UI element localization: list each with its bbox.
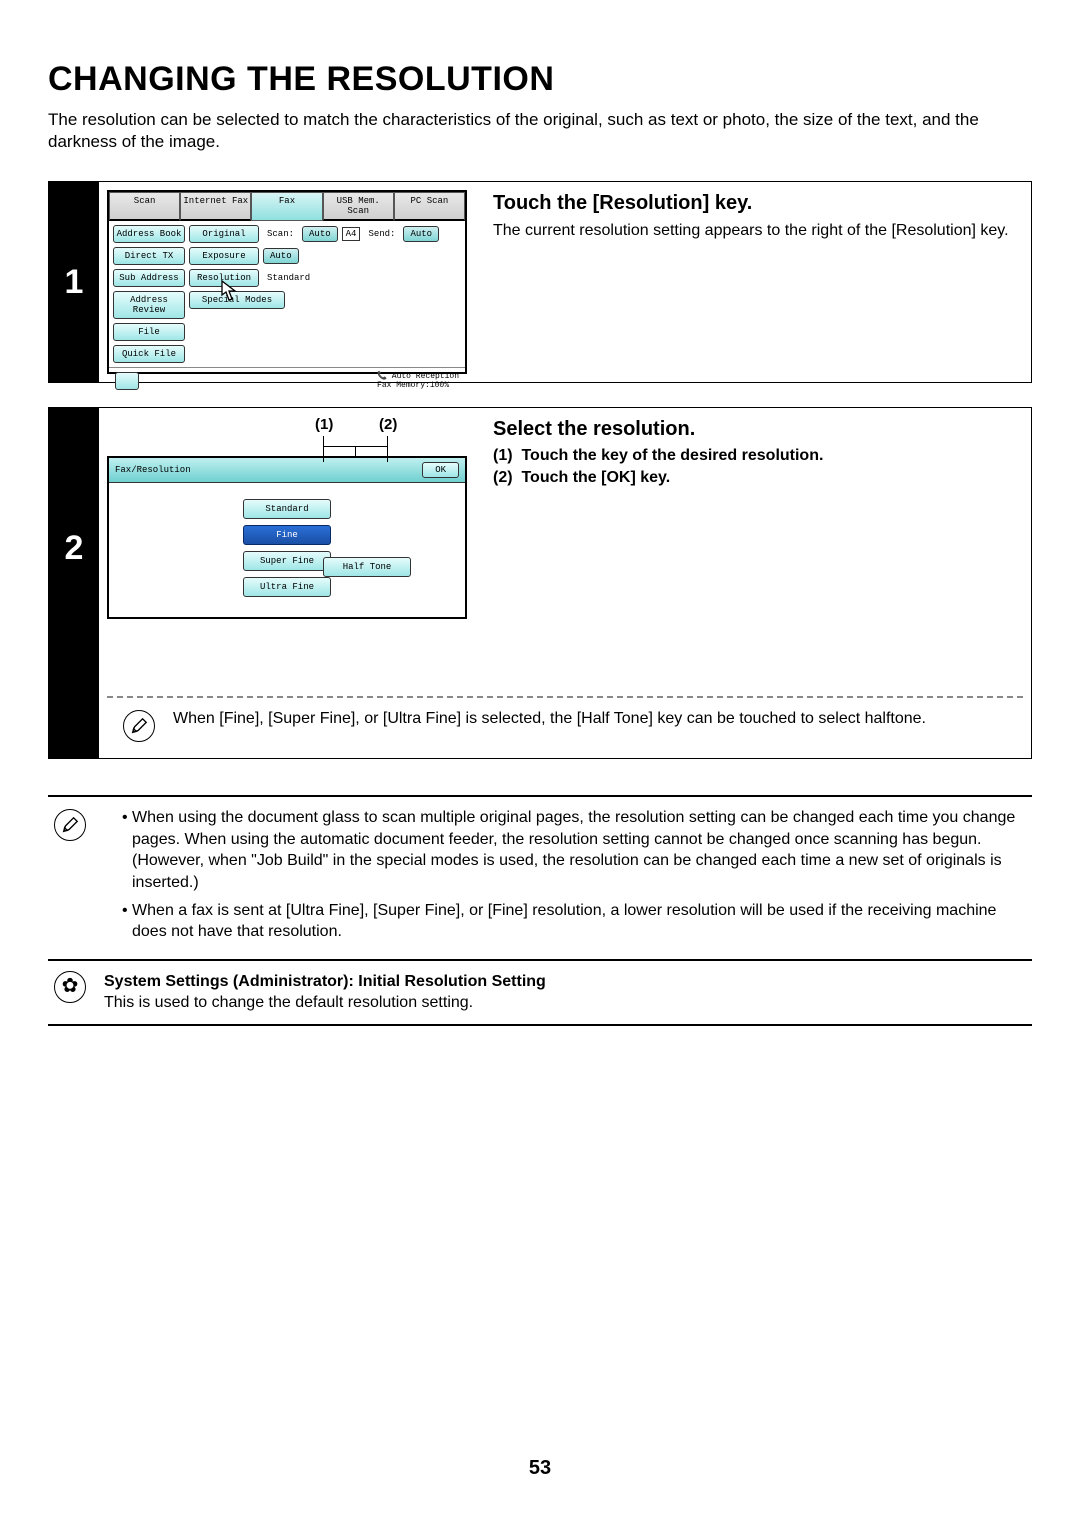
- bottom-note-block: When using the document glass to scan mu…: [48, 797, 1032, 959]
- callout-1: (1): [315, 416, 333, 433]
- tab-pc-scan[interactable]: PC Scan: [394, 192, 465, 221]
- ok-button[interactable]: OK: [422, 462, 459, 478]
- intro-text: The resolution can be selected to match …: [48, 109, 1032, 153]
- panel-title: Fax/Resolution: [115, 465, 191, 475]
- resolution-standard[interactable]: Standard: [243, 499, 331, 519]
- exposure-button[interactable]: Exposure: [189, 247, 259, 265]
- direct-tx-button[interactable]: Direct TX: [113, 247, 185, 265]
- paper-size: A4: [342, 227, 361, 241]
- half-tone-button[interactable]: Half Tone: [323, 557, 411, 577]
- sub-address-button[interactable]: Sub Address: [113, 269, 185, 287]
- resolution-ultra-fine[interactable]: Ultra Fine: [243, 577, 331, 597]
- pencil-note-icon: [123, 710, 155, 742]
- quick-file-button[interactable]: Quick File: [113, 345, 185, 363]
- original-button[interactable]: Original: [189, 225, 259, 243]
- step2-note: When [Fine], [Super Fine], or [Ultra Fin…: [173, 710, 926, 728]
- file-button[interactable]: File: [113, 323, 185, 341]
- tab-internet-fax[interactable]: Internet Fax: [180, 192, 251, 221]
- resolution-super-fine[interactable]: Super Fine: [243, 551, 331, 571]
- resolution-button[interactable]: Resolution: [189, 269, 259, 287]
- resolution-value: Standard: [263, 271, 314, 285]
- send-label: Send:: [364, 227, 399, 241]
- send-auto: Auto: [403, 226, 439, 242]
- step-number: 2: [49, 408, 99, 688]
- step2-sub1: Touch the key of the desired resolution.: [521, 447, 823, 464]
- fax-resolution-screen: Fax/Resolution OK Standard Fine Super Fi…: [107, 456, 467, 619]
- step-2: 2 (1) (2): [48, 407, 1032, 759]
- step-1: 1 Scan Internet Fax Fax USB Mem. Scan PC…: [48, 181, 1032, 383]
- step2-sub2: Touch the [OK] key.: [521, 469, 670, 486]
- pencil-note-icon: [54, 809, 86, 841]
- exposure-value: Auto: [263, 248, 299, 264]
- gear-note-icon: ✿: [54, 971, 86, 1003]
- tab-usb-mem-scan[interactable]: USB Mem. Scan: [323, 192, 394, 221]
- special-modes-button[interactable]: Special Modes: [189, 291, 285, 309]
- address-book-button[interactable]: Address Book: [113, 225, 185, 243]
- system-settings-title: System Settings (Administrator): Initial…: [104, 971, 546, 993]
- tab-scan[interactable]: Scan: [109, 192, 180, 221]
- page-title: CHANGING THE RESOLUTION: [48, 60, 1032, 99]
- fax-memory-label: Fax Memory:100%: [377, 381, 459, 390]
- step1-desc: The current resolution setting appears t…: [493, 221, 1017, 241]
- preview-icon[interactable]: [115, 372, 139, 390]
- system-settings-desc: This is used to change the default resol…: [104, 992, 546, 1014]
- page-number: 53: [0, 1457, 1080, 1480]
- step-number: 1: [49, 182, 99, 382]
- step2-heading: Select the resolution.: [493, 418, 1017, 441]
- sub2-num: (2): [493, 469, 513, 486]
- address-review-button[interactable]: Address Review: [113, 291, 185, 319]
- bottom-note-1: When using the document glass to scan mu…: [122, 807, 1026, 893]
- scan-auto: Auto: [302, 226, 338, 242]
- resolution-fine[interactable]: Fine: [243, 525, 331, 545]
- auto-reception-label: 📞 Auto Reception: [377, 371, 459, 381]
- sub1-num: (1): [493, 447, 513, 464]
- callout-2: (2): [379, 416, 397, 433]
- bottom-note-2: When a fax is sent at [Ultra Fine], [Sup…: [122, 900, 1026, 943]
- step1-heading: Touch the [Resolution] key.: [493, 192, 1017, 215]
- fax-screen-main: Scan Internet Fax Fax USB Mem. Scan PC S…: [107, 190, 467, 374]
- tab-fax[interactable]: Fax: [251, 192, 322, 221]
- scan-label: Scan:: [263, 227, 298, 241]
